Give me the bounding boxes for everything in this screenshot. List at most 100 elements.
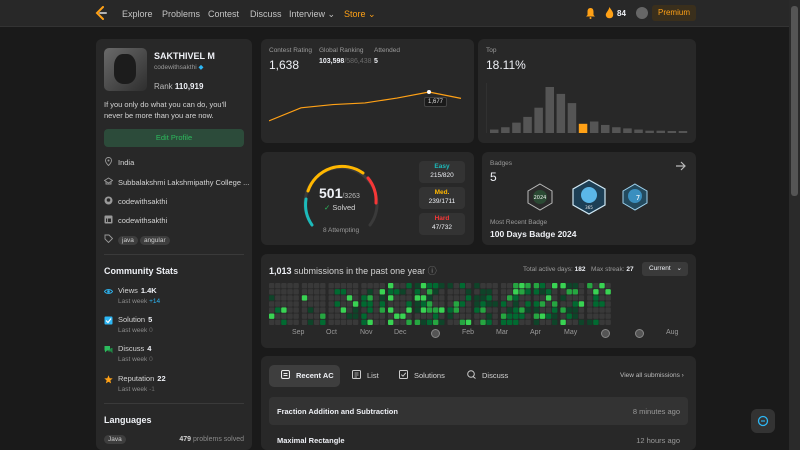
heatmap-cell[interactable] (439, 295, 445, 301)
hard-box[interactable]: Hard 47/732 (419, 213, 465, 235)
heatmap-cell[interactable] (539, 289, 546, 295)
heatmap-cell[interactable] (406, 313, 412, 319)
nav-contest[interactable]: Contest (208, 9, 239, 19)
heatmap-cell[interactable] (269, 289, 275, 295)
heatmap-cell[interactable] (578, 289, 585, 295)
heatmap-cell[interactable] (453, 301, 459, 307)
linkedin-row[interactable]: codewithsakthi (104, 215, 167, 227)
heatmap-cell[interactable] (406, 307, 412, 313)
heatmap-cell[interactable] (400, 307, 406, 313)
heatmap-cell[interactable] (519, 295, 525, 301)
heatmap-cell[interactable] (525, 283, 531, 289)
histogram-bar[interactable] (490, 129, 499, 133)
heatmap-cell[interactable] (346, 319, 353, 325)
heatmap-cell[interactable] (275, 307, 281, 313)
heatmap-cell[interactable] (394, 307, 400, 313)
heatmap-cell[interactable] (361, 319, 367, 325)
streak-fire-icon[interactable] (605, 7, 614, 19)
heatmap-cell[interactable] (340, 313, 347, 319)
heatmap-cell[interactable] (500, 307, 507, 313)
heatmap-cell[interactable] (519, 289, 525, 295)
heatmap-cell[interactable] (328, 307, 334, 313)
heatmap-cell[interactable] (507, 295, 513, 301)
heatmap-cell[interactable] (465, 289, 472, 295)
heatmap-cell[interactable] (492, 283, 498, 289)
nav-discuss[interactable]: Discuss (250, 9, 282, 19)
heatmap-cell[interactable] (447, 295, 453, 301)
heatmap-cell[interactable] (400, 295, 406, 301)
heatmap-cell[interactable] (578, 283, 585, 289)
heatmap-cell[interactable] (281, 301, 287, 307)
heatmap-cell[interactable] (287, 313, 293, 319)
heatmap-cell[interactable] (320, 289, 326, 295)
heatmap-cell[interactable] (533, 319, 540, 325)
heatmap-cell[interactable] (301, 289, 308, 295)
heatmap-cell[interactable] (465, 307, 472, 313)
heatmap-cell[interactable] (605, 283, 611, 289)
heatmap-cell[interactable] (293, 301, 299, 307)
heatmap-cell[interactable] (414, 283, 421, 289)
heatmap-cell[interactable] (314, 283, 320, 289)
heatmap-cell[interactable] (314, 313, 320, 319)
heatmap-cell[interactable] (352, 307, 359, 313)
heatmap-cell[interactable] (447, 289, 453, 295)
heatmap-cell[interactable] (533, 307, 540, 313)
heatmap-cell[interactable] (560, 307, 566, 313)
heatmap-cell[interactable] (480, 289, 486, 295)
heatmap-cell[interactable] (447, 283, 453, 289)
histogram-bar[interactable] (589, 121, 599, 134)
heatmap-cell[interactable] (513, 295, 519, 301)
heatmap-cell[interactable] (492, 313, 498, 319)
heatmap-cell[interactable] (420, 289, 427, 295)
heatmap-cell[interactable] (513, 307, 519, 313)
heatmap-cell[interactable] (346, 313, 353, 319)
heatmap-cell[interactable] (334, 301, 340, 307)
heatmap-cell[interactable] (587, 295, 593, 301)
heatmap-cell[interactable] (373, 319, 379, 325)
heatmap-cell[interactable] (552, 283, 558, 289)
heatmap-cell[interactable] (414, 301, 421, 307)
heatmap-cell[interactable] (269, 283, 275, 289)
heatmap-cell[interactable] (346, 289, 353, 295)
heatmap-cell[interactable] (269, 307, 275, 313)
heatmap-cell[interactable] (599, 313, 605, 319)
heatmap-cell[interactable] (539, 319, 546, 325)
heatmap-cell[interactable] (539, 295, 546, 301)
heatmap-cell[interactable] (367, 289, 373, 295)
heatmap-cell[interactable] (426, 289, 433, 295)
heatmap-cell[interactable] (426, 283, 433, 289)
leetcode-logo-icon[interactable] (94, 6, 108, 20)
contest-rating-chart[interactable] (269, 79, 469, 137)
heatmap-cell[interactable] (275, 313, 281, 319)
heatmap-cell[interactable] (492, 307, 498, 313)
heatmap-cell[interactable] (539, 313, 546, 319)
heatmap-cell[interactable] (599, 319, 605, 325)
histogram-bar[interactable] (523, 116, 532, 133)
heatmap-cell[interactable] (287, 319, 293, 325)
heatmap-cell[interactable] (593, 307, 599, 313)
skill-tag[interactable]: java (118, 236, 138, 245)
heatmap-cell[interactable] (269, 295, 275, 301)
heatmap-cell[interactable] (539, 307, 546, 313)
heatmap-cell[interactable] (379, 313, 385, 319)
heatmap-cell[interactable] (566, 319, 572, 325)
heatmap-cell[interactable] (599, 295, 605, 301)
heatmap-cell[interactable] (373, 295, 379, 301)
heatmap-cell[interactable] (486, 301, 492, 307)
heatmap-cell[interactable] (433, 319, 439, 325)
tab-list[interactable]: List (352, 365, 379, 387)
heatmap-cell[interactable] (433, 301, 439, 307)
heatmap-cell[interactable] (560, 295, 566, 301)
heatmap-cell[interactable] (465, 319, 472, 325)
histogram-bar[interactable] (601, 124, 610, 133)
heatmap-cell[interactable] (352, 295, 359, 301)
heatmap-cell[interactable] (414, 289, 421, 295)
heatmap-cell[interactable] (400, 289, 406, 295)
heatmap-cell[interactable] (566, 283, 572, 289)
heatmap-cell[interactable] (480, 307, 486, 313)
heatmap-cell[interactable] (459, 307, 466, 313)
heatmap-cell[interactable] (513, 283, 519, 289)
heatmap-cell[interactable] (426, 319, 433, 325)
heatmap-cell[interactable] (578, 295, 585, 301)
badge-icon[interactable]: 2024 (526, 183, 554, 211)
